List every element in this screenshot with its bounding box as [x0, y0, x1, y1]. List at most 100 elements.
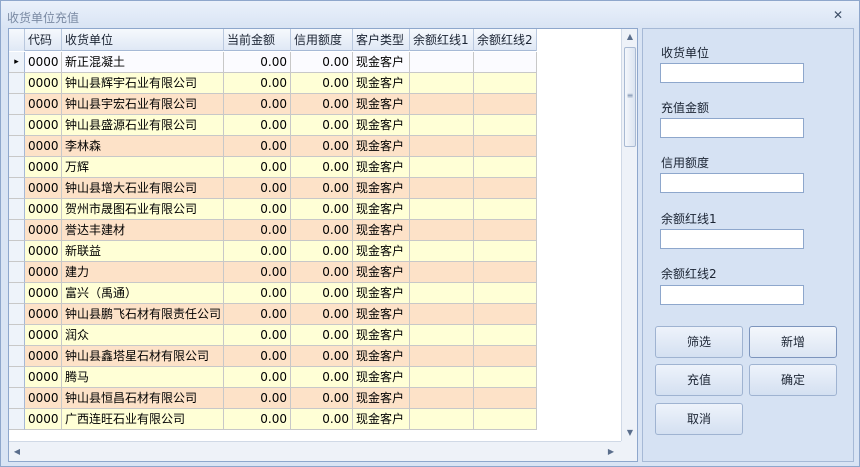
cell-red-line-1[interactable] [410, 241, 474, 262]
cell-code[interactable]: 0000 [25, 178, 62, 199]
cell-credit[interactable]: 0.00 [291, 115, 353, 136]
cell-red-line-1[interactable] [410, 388, 474, 409]
cell-receiver[interactable]: 钟山县鹏飞石材有限责任公司 [62, 304, 224, 325]
cell-receiver[interactable]: 腾马 [62, 367, 224, 388]
table-row[interactable]: 0000 广西连旺石业有限公司 0.00 0.00 现金客户 [9, 409, 537, 430]
cell-code[interactable]: 0000 [25, 283, 62, 304]
row-header[interactable] [9, 388, 25, 409]
cell-customer-type[interactable]: 现金客户 [353, 115, 410, 136]
cell-red-line-2[interactable] [474, 52, 537, 73]
row-header[interactable] [9, 73, 25, 94]
scroll-down-icon[interactable]: ▼ [622, 425, 637, 441]
column-header-receiver[interactable]: 收货单位 [62, 29, 224, 51]
cell-receiver[interactable]: 誉达丰建材 [62, 220, 224, 241]
cell-customer-type[interactable]: 现金客户 [353, 388, 410, 409]
row-header[interactable] [9, 325, 25, 346]
cell-credit[interactable]: 0.00 [291, 157, 353, 178]
cell-balance[interactable]: 0.00 [224, 136, 291, 157]
scroll-thumb[interactable]: ≡ [624, 47, 636, 147]
cell-red-line-2[interactable] [474, 409, 537, 430]
cell-credit[interactable]: 0.00 [291, 73, 353, 94]
cell-red-line-2[interactable] [474, 220, 537, 241]
cell-customer-type[interactable]: 现金客户 [353, 220, 410, 241]
cell-red-line-2[interactable] [474, 346, 537, 367]
cell-receiver[interactable]: 万辉 [62, 157, 224, 178]
row-header[interactable] [9, 367, 25, 388]
cell-code[interactable]: 0000 [25, 325, 62, 346]
row-header[interactable] [9, 94, 25, 115]
cell-red-line-1[interactable] [410, 178, 474, 199]
row-header[interactable] [9, 346, 25, 367]
row-header[interactable] [9, 178, 25, 199]
cell-code[interactable]: 0000 [25, 304, 62, 325]
cell-red-line-2[interactable] [474, 94, 537, 115]
cell-customer-type[interactable]: 现金客户 [353, 94, 410, 115]
recharge-button[interactable]: 充值 [655, 364, 743, 396]
table-row[interactable]: 0000 钟山县恒昌石材有限公司 0.00 0.00 现金客户 [9, 388, 537, 409]
cell-balance[interactable]: 0.00 [224, 241, 291, 262]
cell-credit[interactable]: 0.00 [291, 409, 353, 430]
cell-customer-type[interactable]: 现金客户 [353, 52, 410, 73]
cell-balance[interactable]: 0.00 [224, 73, 291, 94]
cell-red-line-1[interactable] [410, 325, 474, 346]
table-row[interactable]: 0000 钟山县鹏飞石材有限责任公司 0.00 0.00 现金客户 [9, 304, 537, 325]
column-header-balance[interactable]: 当前金额 [224, 29, 291, 51]
cell-customer-type[interactable]: 现金客户 [353, 325, 410, 346]
cell-customer-type[interactable]: 现金客户 [353, 367, 410, 388]
cell-receiver[interactable]: 李林森 [62, 136, 224, 157]
table-row[interactable]: 0000 万辉 0.00 0.00 现金客户 [9, 157, 537, 178]
cell-red-line-1[interactable] [410, 157, 474, 178]
cell-red-line-1[interactable] [410, 73, 474, 94]
cell-receiver[interactable]: 钟山县盛源石业有限公司 [62, 115, 224, 136]
column-header-code[interactable]: 代码 [25, 29, 62, 51]
cell-balance[interactable]: 0.00 [224, 52, 291, 73]
cell-balance[interactable]: 0.00 [224, 325, 291, 346]
row-header[interactable] [9, 409, 25, 430]
customer-grid[interactable]: 代码 收货单位 当前金额 信用额度 客户类型 余额红线1 余额红线2 ▸ 0000… [8, 28, 638, 462]
cell-receiver[interactable]: 钟山县辉宇石业有限公司 [62, 73, 224, 94]
cell-credit[interactable]: 0.00 [291, 52, 353, 73]
horizontal-scrollbar[interactable]: ◀ ▶ [9, 441, 621, 461]
cell-code[interactable]: 0000 [25, 52, 62, 73]
cell-receiver[interactable]: 润众 [62, 325, 224, 346]
cell-receiver[interactable]: 富兴（禹通） [62, 283, 224, 304]
cell-red-line-2[interactable] [474, 73, 537, 94]
receiver-input[interactable] [660, 63, 804, 83]
cell-code[interactable]: 0000 [25, 262, 62, 283]
cell-credit[interactable]: 0.00 [291, 304, 353, 325]
cell-red-line-1[interactable] [410, 346, 474, 367]
cell-red-line-2[interactable] [474, 178, 537, 199]
row-header[interactable] [9, 199, 25, 220]
cell-credit[interactable]: 0.00 [291, 94, 353, 115]
cell-red-line-2[interactable] [474, 304, 537, 325]
cell-receiver[interactable]: 钟山县宇宏石业有限公司 [62, 94, 224, 115]
row-header[interactable] [9, 220, 25, 241]
cell-balance[interactable]: 0.00 [224, 178, 291, 199]
cell-receiver[interactable]: 建力 [62, 262, 224, 283]
cell-customer-type[interactable]: 现金客户 [353, 304, 410, 325]
row-header[interactable] [9, 136, 25, 157]
cell-code[interactable]: 0000 [25, 409, 62, 430]
cell-red-line-2[interactable] [474, 367, 537, 388]
cell-credit[interactable]: 0.00 [291, 325, 353, 346]
table-row[interactable]: 0000 建力 0.00 0.00 现金客户 [9, 262, 537, 283]
table-row[interactable]: 0000 润众 0.00 0.00 现金客户 [9, 325, 537, 346]
column-header-customer-type[interactable]: 客户类型 [353, 29, 410, 51]
cell-code[interactable]: 0000 [25, 136, 62, 157]
cell-customer-type[interactable]: 现金客户 [353, 262, 410, 283]
table-row[interactable]: 0000 新联益 0.00 0.00 现金客户 [9, 241, 537, 262]
vertical-scrollbar[interactable]: ▲ ≡ ▼ [621, 29, 637, 441]
table-row[interactable]: 0000 钟山县辉宇石业有限公司 0.00 0.00 现金客户 [9, 73, 537, 94]
table-row[interactable]: 0000 钟山县宇宏石业有限公司 0.00 0.00 现金客户 [9, 94, 537, 115]
cell-receiver[interactable]: 钟山县鑫塔星石材有限公司 [62, 346, 224, 367]
cell-balance[interactable]: 0.00 [224, 94, 291, 115]
table-row[interactable]: 0000 贺州市晟图石业有限公司 0.00 0.00 现金客户 [9, 199, 537, 220]
row-header[interactable] [9, 241, 25, 262]
table-row[interactable]: ▸ 0000 新正混凝土 0.00 0.00 现金客户 [9, 52, 537, 73]
cell-customer-type[interactable]: 现金客户 [353, 178, 410, 199]
cell-red-line-2[interactable] [474, 199, 537, 220]
cell-balance[interactable]: 0.00 [224, 346, 291, 367]
cell-receiver[interactable]: 贺州市晟图石业有限公司 [62, 199, 224, 220]
cell-red-line-2[interactable] [474, 157, 537, 178]
red-line-2-input[interactable] [660, 285, 804, 305]
